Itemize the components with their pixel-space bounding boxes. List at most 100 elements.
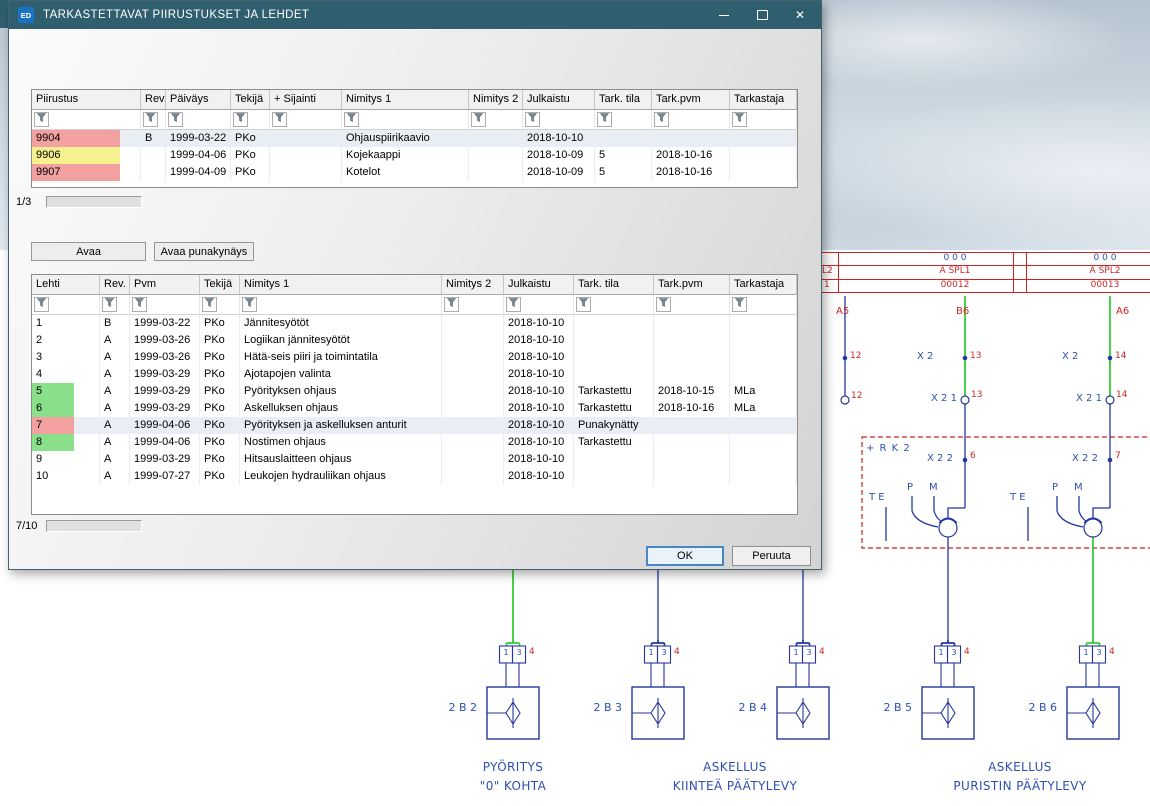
filter-funnel-icon[interactable] [143,112,158,127]
filter-cell[interactable] [141,110,166,130]
filter-cell[interactable] [270,110,342,130]
sheets-scrollbar[interactable] [46,520,142,532]
cell: 9904 [32,130,141,147]
table-row[interactable]: 10A1999-07-27PKoLeukojen hydrauliikan oh… [32,468,797,485]
filter-cell[interactable] [730,110,797,130]
filter-cell[interactable] [654,295,730,315]
column-header[interactable]: Nimitys 2 [442,275,504,295]
terminal-label: X 2 1 [1076,393,1102,404]
cell [730,451,797,468]
table-row[interactable]: 1B1999-03-22PKoJännitesyötöt2018-10-10 [32,315,797,332]
filter-funnel-icon[interactable] [525,112,540,127]
filter-funnel-icon[interactable] [656,297,671,312]
column-header[interactable]: Nimitys 2 [469,90,523,110]
filter-cell[interactable] [200,295,240,315]
column-header[interactable]: Tarkastaja [730,90,797,110]
drawings-scrollbar[interactable] [46,196,142,208]
column-header[interactable]: Tark. tila [595,90,652,110]
filter-funnel-icon[interactable] [132,297,147,312]
table-row[interactable]: 6A1999-03-29PKoAskelluksen ohjaus2018-10… [32,400,797,417]
open-redline-button[interactable]: Avaa punakynäys [154,242,254,261]
filter-funnel-icon[interactable] [233,112,248,127]
column-header[interactable]: Lehti [32,275,100,295]
filter-funnel-icon[interactable] [102,297,117,312]
column-header[interactable]: Tark.pvm [652,90,730,110]
pin-number: 12 [850,351,861,362]
column-header[interactable]: Tark. tila [574,275,654,295]
filter-funnel-icon[interactable] [471,112,486,127]
filter-funnel-icon[interactable] [654,112,669,127]
filter-cell[interactable] [469,110,523,130]
ok-button[interactable]: OK [646,546,724,566]
cell [442,400,504,417]
filter-cell[interactable] [240,295,442,315]
filter-cell[interactable] [32,295,100,315]
table-row[interactable]: 99061999-04-06PKoKojekaappi2018-10-09520… [32,147,797,164]
filter-cell[interactable] [730,295,797,315]
column-header[interactable]: Tark.pvm [654,275,730,295]
filter-funnel-icon[interactable] [202,297,217,312]
pin-number: 13 [970,351,981,362]
filter-funnel-icon[interactable] [344,112,359,127]
cell: 6 [32,400,100,417]
table-row[interactable]: 7A1999-04-06PKoPyörityksen ja askellukse… [32,417,797,434]
table-row[interactable]: 2A1999-03-26PKoLogiikan jännitesyötöt201… [32,332,797,349]
filter-cell[interactable] [652,110,730,130]
column-header[interactable]: Piirustus [32,90,141,110]
table-row[interactable]: 4A1999-03-29PKoAjotapojen valinta2018-10… [32,366,797,383]
filter-funnel-icon[interactable] [34,297,49,312]
maximize-button[interactable] [743,1,781,29]
cancel-button[interactable]: Peruuta [732,546,811,566]
table-row[interactable]: 5A1999-03-29PKoPyörityksen ohjaus2018-10… [32,383,797,400]
table-row[interactable]: 9904B1999-03-22PKoOhjauspiirikaavio2018-… [32,130,797,147]
filter-cell[interactable] [523,110,595,130]
column-header[interactable]: Rev. [100,275,130,295]
filter-funnel-icon[interactable] [34,112,49,127]
filter-cell[interactable] [32,110,141,130]
filter-funnel-icon[interactable] [444,297,459,312]
minimize-button[interactable] [705,1,743,29]
column-header[interactable]: Tekijä [231,90,270,110]
filter-funnel-icon[interactable] [506,297,521,312]
column-header[interactable]: Pvm [130,275,200,295]
filter-funnel-icon[interactable] [732,112,747,127]
filter-cell[interactable] [574,295,654,315]
filter-cell[interactable] [442,295,504,315]
column-header[interactable]: Päiväys [166,90,231,110]
cell [654,417,730,434]
column-header[interactable]: Rev. [141,90,166,110]
column-header[interactable]: Julkaistu [523,90,595,110]
filter-cell[interactable] [504,295,574,315]
filter-funnel-icon[interactable] [732,297,747,312]
filter-cell[interactable] [595,110,652,130]
open-button[interactable]: Avaa [31,242,146,261]
te-label: T E [1010,492,1026,503]
cell: PKo [200,349,240,366]
filter-funnel-icon[interactable] [597,112,612,127]
close-button[interactable]: ✕ [781,1,819,29]
filter-funnel-icon[interactable] [576,297,591,312]
cell: Tarkastettu [574,383,654,400]
filter-cell[interactable] [130,295,200,315]
filter-funnel-icon[interactable] [242,297,257,312]
table-row[interactable]: 8A1999-04-06PKoNostimen ohjaus2018-10-10… [32,434,797,451]
column-header[interactable]: Julkaistu [504,275,574,295]
dialog-titlebar[interactable]: ED TARKASTETTAVAT PIIRUSTUKSET JA LEHDET… [9,1,821,29]
column-header[interactable]: + Sijainti [270,90,342,110]
column-header[interactable]: Nimitys 1 [240,275,442,295]
column-header[interactable]: Nimitys 1 [342,90,469,110]
cell [442,366,504,383]
table-row[interactable]: 9A1999-03-29PKoHitsauslaitteen ohjaus201… [32,451,797,468]
filter-cell[interactable] [100,295,130,315]
cell [652,130,730,147]
column-header[interactable]: Tekijä [200,275,240,295]
table-row[interactable]: 99071999-04-09PKoKotelot2018-10-0952018-… [32,164,797,181]
cell: PKo [231,164,270,181]
filter-cell[interactable] [342,110,469,130]
filter-funnel-icon[interactable] [168,112,183,127]
column-header[interactable]: Tarkastaja [730,275,797,295]
filter-cell[interactable] [166,110,231,130]
filter-funnel-icon[interactable] [272,112,287,127]
table-row[interactable]: 3A1999-03-26PKoHätä-seis piiri ja toimin… [32,349,797,366]
filter-cell[interactable] [231,110,270,130]
